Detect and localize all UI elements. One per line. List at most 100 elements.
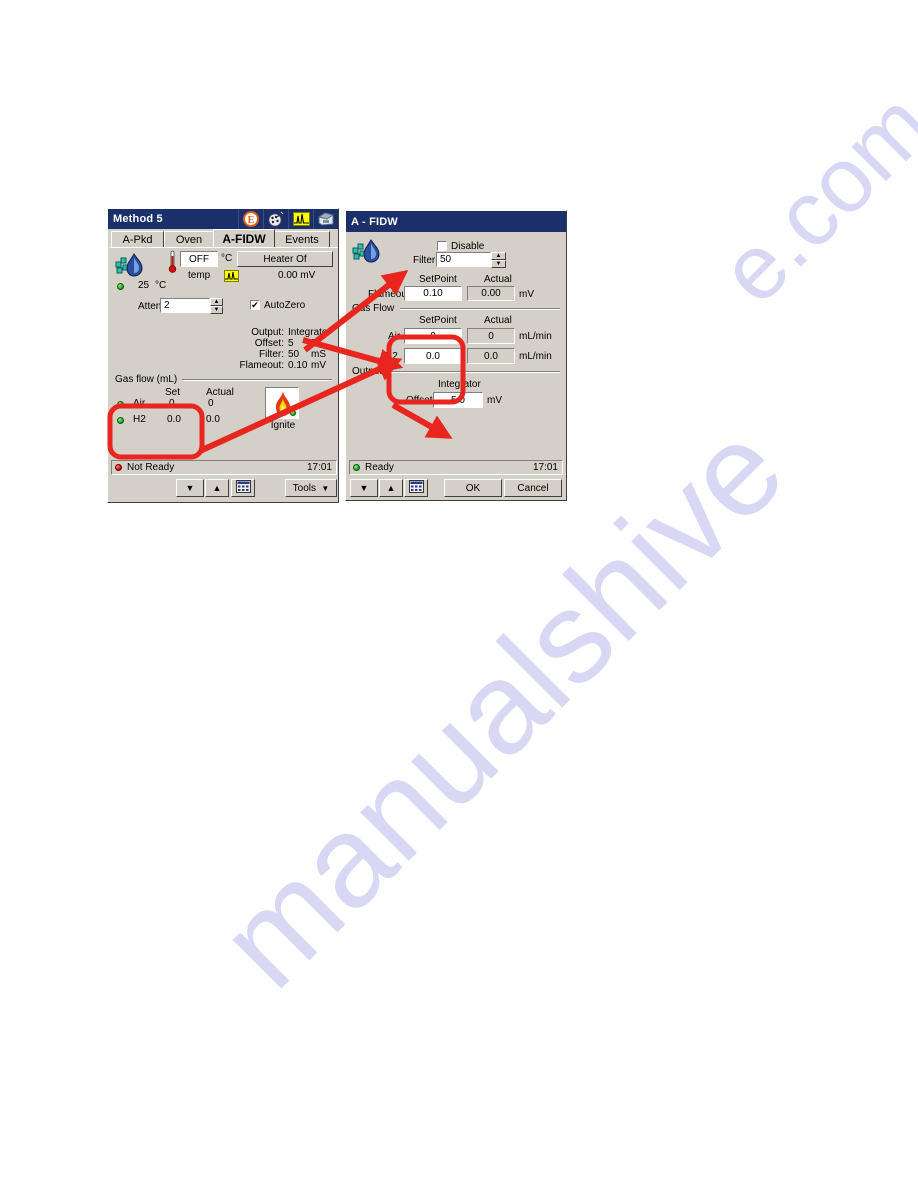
method-statusbar: Not Ready 17:01: [111, 460, 337, 475]
fidw-titlebar: A - FIDW: [346, 211, 566, 232]
temp-sub-label: temp: [188, 270, 211, 281]
filter-value: 50: [440, 254, 452, 265]
filter-input[interactable]: 50: [436, 252, 491, 267]
instrument-icon[interactable]: [313, 209, 338, 229]
flameout-setpoint-input[interactable]: 0.10: [404, 286, 462, 301]
cancel-button[interactable]: Cancel: [504, 479, 562, 497]
keypad-icon: [235, 480, 251, 496]
scroll-down-button[interactable]: ▼: [176, 479, 204, 497]
method-status-text: Not Ready: [127, 462, 175, 473]
fidw-client-area: Disable Filter 50 ▲ ▼ SetPoint Actual Fl…: [348, 233, 566, 453]
gasflow-air-set: 0: [169, 398, 175, 409]
temperature-actual-unit: °C: [155, 280, 167, 291]
atten-input[interactable]: 2: [160, 298, 210, 313]
readout-flameout-label: Flameout:: [239, 360, 284, 371]
gasflow-group-label: Gas flow (mL): [115, 374, 178, 385]
h2-actual-field: 0.0: [467, 348, 515, 364]
tab-oven[interactable]: Oven: [164, 231, 214, 247]
readout-flameout-value: 0.10: [288, 360, 308, 371]
air-actual-field: 0: [467, 328, 515, 344]
atten-stepper-down[interactable]: ▼: [210, 306, 223, 314]
offset-unit: mV: [487, 395, 502, 406]
ignite-status-led: [290, 410, 296, 416]
gasflow-air-actual: 0: [208, 398, 214, 409]
output-mode-label: Integrator: [438, 379, 481, 390]
air-actual-value: 0: [488, 330, 494, 342]
offset-input[interactable]: 5.0: [433, 392, 483, 408]
heater-off-button[interactable]: Heater Of: [237, 251, 333, 267]
method-status-led: [115, 464, 122, 471]
gasflow-col-set: Set: [165, 387, 181, 398]
tab-events[interactable]: Events: [274, 231, 330, 247]
fidw-status-text: Ready: [365, 462, 394, 473]
h2-actual-value: 0.0: [484, 350, 498, 362]
h2-setpoint-value: 0.0: [426, 350, 440, 362]
chevron-down-icon: ▼: [321, 483, 330, 493]
atten-label: Atten: [138, 301, 162, 312]
fidw-title: A - FIDW: [351, 215, 399, 228]
filter-stepper[interactable]: ▲ ▼: [491, 252, 506, 268]
method-titlebar: Method 5 E: [108, 209, 338, 229]
ok-label: OK: [465, 482, 481, 494]
tab-events-label: Events: [285, 233, 319, 246]
flameout-actual-field: 0.00: [467, 286, 515, 301]
autozero-label: AutoZero: [264, 300, 306, 311]
air-unit: mL/min: [519, 331, 552, 342]
keypad-button[interactable]: [231, 479, 255, 497]
fid-detector-icon: [115, 252, 145, 283]
method-status-time: 17:01: [306, 462, 332, 473]
offset-value: 5.0: [451, 394, 465, 406]
ok-button[interactable]: OK: [444, 479, 502, 497]
filter-stepper-up[interactable]: ▲: [491, 252, 506, 260]
fidw-scroll-up-button[interactable]: ▲: [379, 479, 403, 497]
atten-stepper-up[interactable]: ▲: [210, 298, 223, 306]
air-setpoint-input[interactable]: 0: [404, 328, 462, 344]
autozero-checkbox[interactable]: ✔: [250, 300, 260, 310]
temperature-status-led: [117, 283, 124, 290]
flame-icon: [270, 390, 296, 423]
flameout-actual-value: 0.00: [481, 288, 501, 299]
readout-filter-label: Filter:: [259, 349, 284, 360]
fidw-h2-label: H2: [385, 351, 398, 362]
gasflow-col-actual: Actual: [206, 387, 234, 398]
fidw-statusbar: Ready 17:01: [349, 460, 563, 475]
flameout-setpoint-value: 0.10: [423, 288, 443, 299]
chromatogram-icon[interactable]: [288, 209, 313, 229]
ignite-label: Ignite: [270, 420, 296, 431]
annotation-overlay: [107, 269, 466, 460]
tools-menu-button[interactable]: Tools ▼: [285, 479, 337, 497]
palette-wand-icon[interactable]: [263, 209, 288, 229]
tab-a-fidw[interactable]: A-FIDW: [213, 229, 275, 247]
temperature-setpoint-field[interactable]: OFF: [180, 251, 218, 267]
gasflow-h2-set: 0.0: [167, 414, 181, 425]
readout-flameout-unit: mV: [311, 360, 326, 371]
tab-a-pkd[interactable]: A-Pkd: [111, 231, 164, 247]
keypad-icon: [408, 480, 424, 496]
scroll-up-button[interactable]: ▲: [205, 479, 229, 497]
scroll-down-icon: ▼: [185, 483, 195, 493]
h2-setpoint-input[interactable]: 0.0: [404, 348, 462, 364]
readout-offset-label: Offset:: [254, 338, 284, 349]
fidw-gasflow-divider: [400, 308, 560, 310]
flameout-unit: mV: [519, 289, 534, 300]
disable-checkbox[interactable]: [437, 241, 447, 251]
heater-off-label: Heater Of: [263, 253, 307, 265]
fidw-gasflow-col-setpoint: SetPoint: [419, 315, 457, 326]
fidw-scroll-down-button[interactable]: ▼: [350, 479, 378, 497]
fidw-status-time: 17:01: [532, 462, 558, 473]
h2-unit: mL/min: [519, 351, 552, 362]
fidw-status-led: [353, 464, 360, 471]
filter-label: Filter: [413, 255, 436, 266]
fidw-keypad-button[interactable]: [404, 479, 428, 497]
edit-method-icon[interactable]: E: [238, 209, 263, 229]
ignite-button[interactable]: [265, 387, 299, 419]
atten-stepper[interactable]: ▲ ▼: [210, 298, 223, 314]
filter-stepper-down[interactable]: ▼: [491, 260, 506, 268]
offset-label: Offset: [406, 395, 433, 406]
flameout-col-setpoint: SetPoint: [419, 274, 457, 285]
fidw-gasflow-col-actual: Actual: [484, 315, 512, 326]
tab-a-fidw-label: A-FIDW: [222, 231, 266, 246]
fidw-scroll-down-icon: ▼: [359, 483, 369, 493]
method-client-area: OFF °C Heater Of temp 0.00 mV 25 °C Atte…: [110, 248, 338, 459]
flameout-col-actual: Actual: [484, 274, 512, 285]
